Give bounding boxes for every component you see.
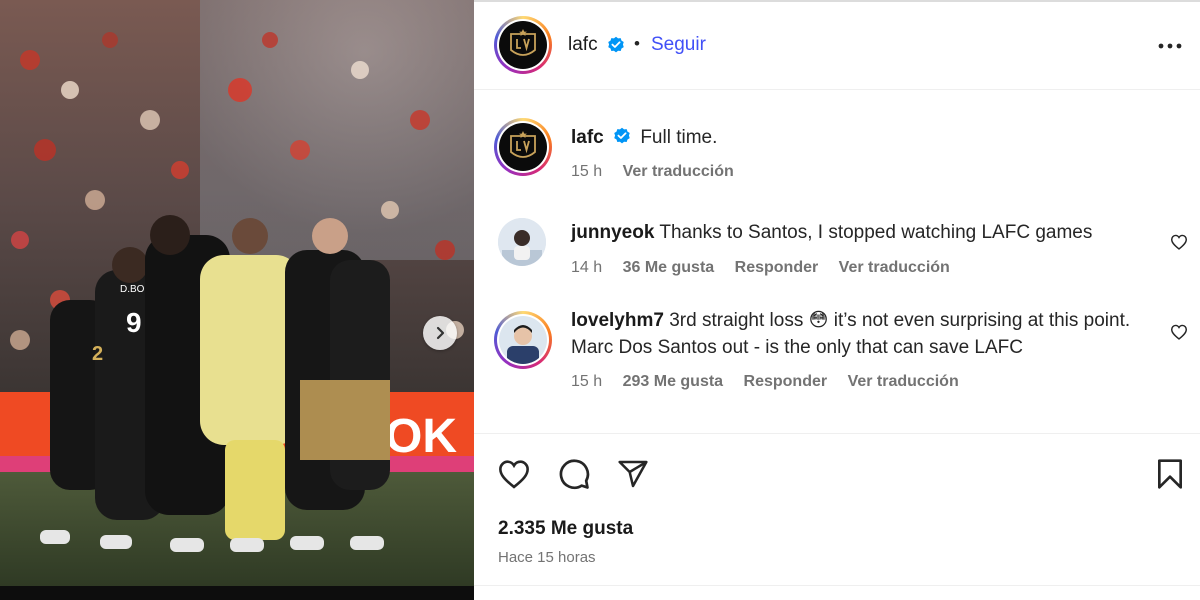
jersey-number: 9 <box>126 307 142 338</box>
caption-time: 15 h <box>571 163 603 180</box>
share-button[interactable] <box>615 456 651 492</box>
comment-time: 15 h <box>571 373 603 390</box>
author-avatar[interactable] <box>494 16 552 74</box>
post-panel: lafc • Seguir lafc Full time. 15 h Ver t… <box>474 0 1200 600</box>
translate-link[interactable]: Ver traducción <box>839 259 950 276</box>
like-button[interactable] <box>496 456 532 492</box>
heart-icon <box>1170 234 1188 250</box>
jersey-name: D.BO <box>120 284 145 295</box>
comment-icon <box>559 459 590 490</box>
comment-text: Thanks to Santos, I stopped watching LAF… <box>659 222 1093 243</box>
commenter-avatar[interactable] <box>498 218 546 266</box>
save-button[interactable] <box>1152 456 1188 492</box>
comment-like-button[interactable] <box>1168 321 1190 343</box>
heart-icon <box>1170 324 1188 340</box>
reply-button[interactable]: Responder <box>744 373 828 390</box>
header-separator: • <box>634 34 640 53</box>
avatar-photo-icon <box>498 218 546 266</box>
emoji: 😳 <box>808 310 829 331</box>
post-like-count[interactable]: 2.335 Me gusta <box>498 518 633 540</box>
chevron-right-icon <box>436 326 445 340</box>
more-options-button[interactable] <box>1154 32 1186 60</box>
comment-meta: 15 h 293 Me gusta Responder Ver traducci… <box>571 373 975 391</box>
photo-bottom-strip <box>0 586 474 600</box>
team-huddle-photo: OK 9 D.BO 2 <box>0 0 474 586</box>
lafc-logo-icon <box>510 131 536 158</box>
caption-text: Full time. <box>640 127 718 148</box>
translate-link[interactable]: Ver traducción <box>848 373 959 390</box>
share-icon <box>618 460 648 488</box>
more-icon <box>1158 43 1182 49</box>
follow-button[interactable]: Seguir <box>651 34 706 56</box>
post-time-ago: Hace 15 horas <box>498 549 596 566</box>
commenter-avatar[interactable] <box>494 311 552 369</box>
comment-likes[interactable]: 36 Me gusta <box>623 259 715 276</box>
bottom-divider <box>474 585 1200 586</box>
verified-icon <box>614 128 630 144</box>
comment-text-tail: it’s not even surprising at this <box>833 310 1079 331</box>
reply-button[interactable]: Responder <box>735 259 819 276</box>
carousel-next-button[interactable] <box>423 316 457 350</box>
comment-like-button[interactable] <box>1168 231 1190 253</box>
caption-text-line: lafc Full time. <box>571 124 717 151</box>
caption-translate-link[interactable]: Ver traducción <box>623 163 734 180</box>
caption-avatar[interactable] <box>494 118 552 176</box>
caption-meta: 15 h Ver traducción <box>571 163 750 181</box>
comments-section: lafc Full time. 15 h Ver traducción junn… <box>474 91 1200 433</box>
comment-text: 3rd straight loss <box>669 310 804 331</box>
comment-likes[interactable]: 293 Me gusta <box>623 373 723 390</box>
banner-text: OK <box>385 410 457 463</box>
comment-meta: 14 h 36 Me gusta Responder Ver traducció… <box>571 259 966 277</box>
comment-text-line: junnyeok Thanks to Santos, I stopped wat… <box>571 219 1092 246</box>
author-username[interactable]: lafc <box>568 34 598 56</box>
comment-text-block: lovelyhm7 3rd straight loss 😳 it’s not e… <box>571 307 1141 361</box>
heart-icon <box>499 460 529 489</box>
verified-icon <box>608 36 624 53</box>
comment-time: 14 h <box>571 259 603 276</box>
post-actions: 2.335 Me gusta Hace 15 horas <box>474 433 1200 586</box>
jersey-number-b: 2 <box>92 343 103 365</box>
comment-button[interactable] <box>556 456 592 492</box>
comment-username[interactable]: junnyeok <box>571 222 654 243</box>
comment-username[interactable]: lovelyhm7 <box>571 310 664 331</box>
post-photo[interactable]: OK 9 D.BO 2 <box>0 0 474 600</box>
bookmark-icon <box>1158 459 1182 489</box>
avatar-photo-icon <box>499 316 547 364</box>
post-header: lafc • Seguir <box>474 2 1200 90</box>
lafc-logo-icon <box>510 29 536 56</box>
caption-username[interactable]: lafc <box>571 127 604 148</box>
